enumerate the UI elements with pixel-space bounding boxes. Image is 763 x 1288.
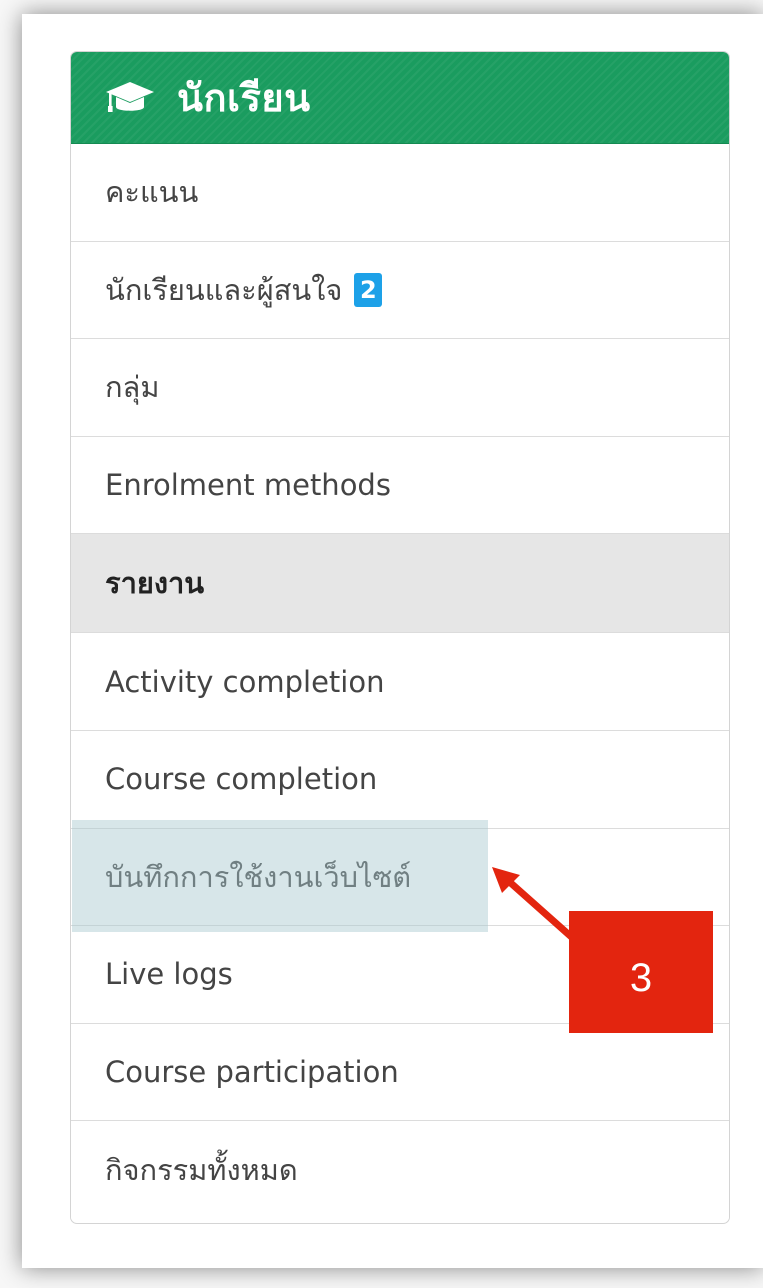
menu-item-course-completion[interactable]: Course completion <box>71 730 729 829</box>
menu-item-label: Activity completion <box>105 664 385 699</box>
step-callout: 3 <box>569 911 713 1033</box>
menu-item-grades[interactable]: คะแนน <box>71 144 729 242</box>
menu-item-all-activities[interactable]: กิจกรรมทั้งหมด <box>71 1121 729 1219</box>
panel-title: นักเรียน <box>177 76 311 120</box>
menu-item-groups[interactable]: กลุ่ม <box>71 339 729 437</box>
menu-item-label: นักเรียนและผู้สนใจ <box>105 272 343 307</box>
menu-item-label: บันทึกการใช้งานเว็บไซต์ <box>105 859 412 894</box>
menu-item-participants[interactable]: นักเรียนและผู้สนใจ 2 <box>71 241 729 340</box>
menu-item-label: กลุ่ม <box>105 370 160 405</box>
pointer-arrow <box>492 867 580 945</box>
graduation-cap-icon <box>105 80 155 116</box>
menu-item-course-participation[interactable]: Course participation <box>71 1023 729 1122</box>
menu-item-label: Course participation <box>105 1055 399 1090</box>
section-label: รายงาน <box>105 566 205 601</box>
menu-item-label: Course completion <box>105 762 378 797</box>
menu-item-activity-completion[interactable]: Activity completion <box>71 633 729 731</box>
menu-item-label: คะแนน <box>105 175 199 210</box>
panel-header: นักเรียน <box>71 52 729 144</box>
students-menu-panel: นักเรียน คะแนน นักเรียนและผู้สนใจ 2 กลุ่… <box>70 51 730 1224</box>
menu-item-label: Enrolment methods <box>105 468 391 503</box>
menu-item-enrolment-methods[interactable]: Enrolment methods <box>71 436 729 535</box>
menu-item-label: กิจกรรมทั้งหมด <box>105 1153 298 1188</box>
menu-item-label: Live logs <box>105 957 233 992</box>
participants-count-badge: 2 <box>354 272 383 307</box>
step-number: 3 <box>629 955 653 1000</box>
section-header-reports: รายงาน <box>71 534 729 634</box>
